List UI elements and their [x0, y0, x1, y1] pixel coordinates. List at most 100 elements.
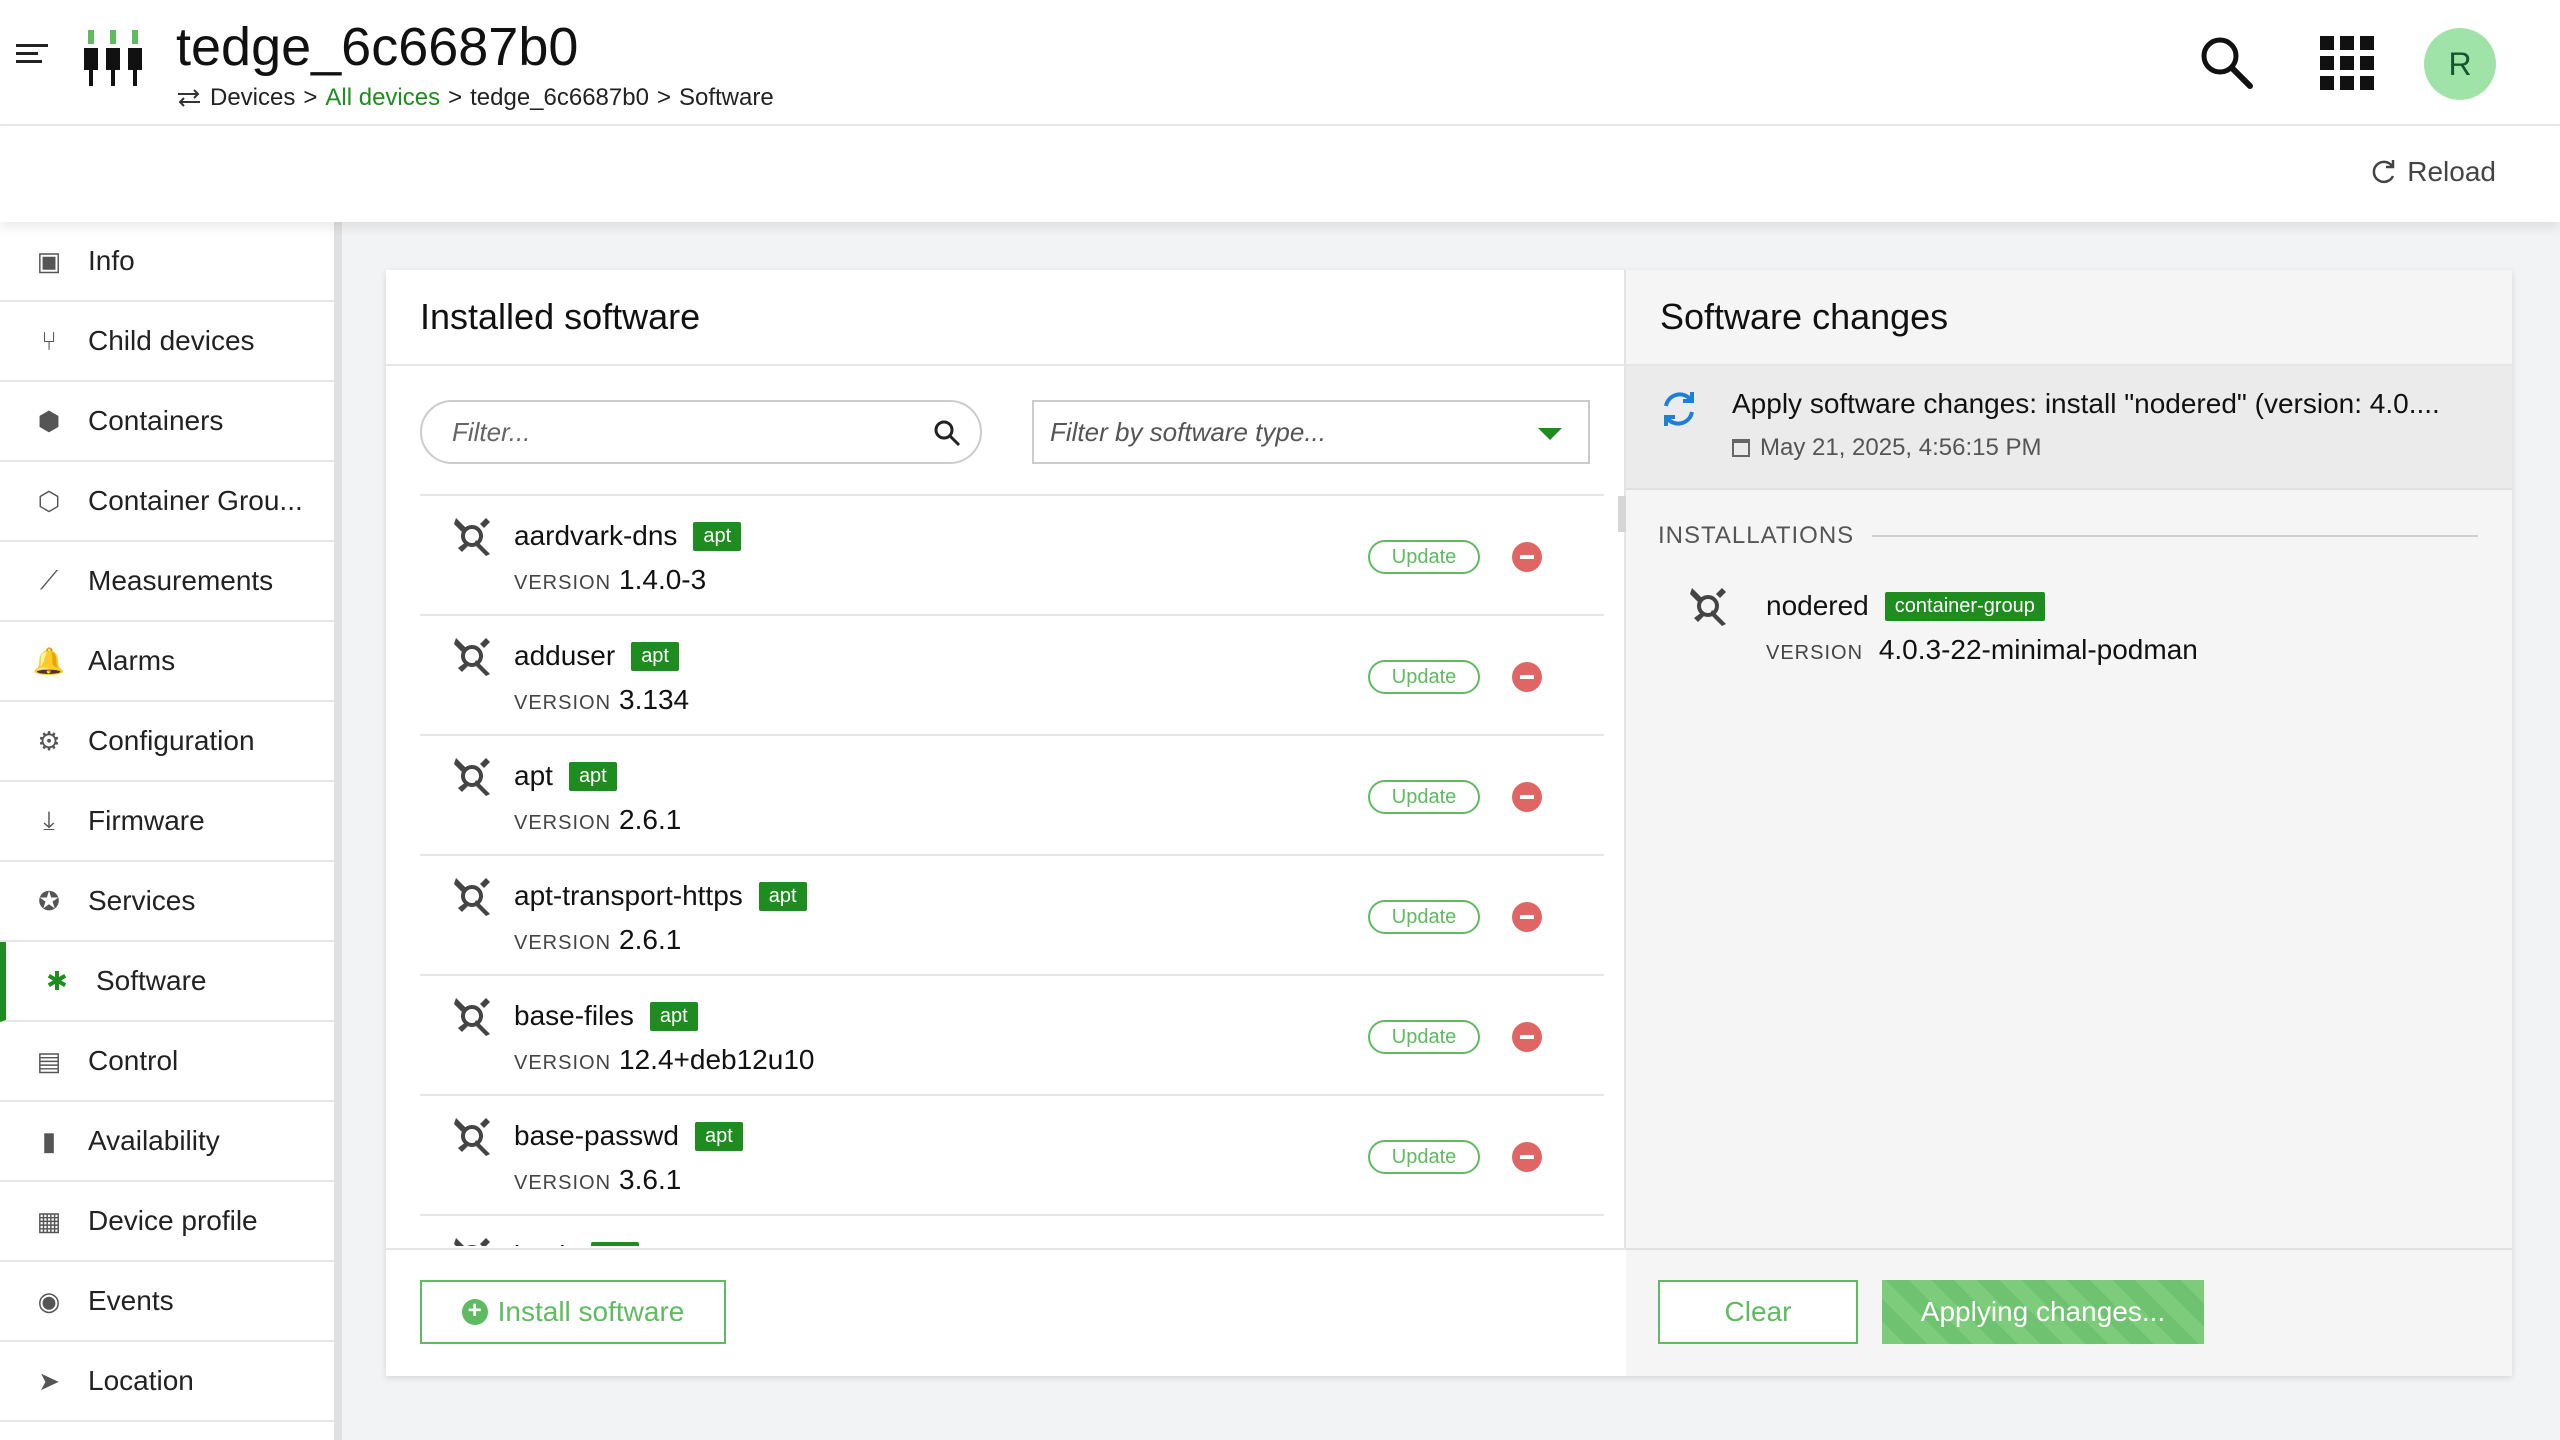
installation-name-row: nodered container-group: [1766, 590, 2045, 622]
software-type-badge: apt: [649, 1001, 698, 1031]
sidebar-item-software[interactable]: ✱ Software: [0, 942, 334, 1022]
software-version-value: 12.4+deb12u10: [619, 1044, 815, 1075]
breadcrumb-devices[interactable]: Devices: [210, 84, 295, 112]
sidebar-item-containers[interactable]: ⬢ Containers: [0, 382, 334, 462]
software-package-icon: [452, 996, 492, 1038]
sidebar-item-container-grou[interactable]: ⬡ Container Grou...: [0, 462, 334, 542]
update-button[interactable]: Update: [1368, 660, 1480, 694]
breadcrumb-all-devices[interactable]: All devices: [325, 84, 440, 112]
software-changes-panel: Software changes Apply software changes:…: [1626, 270, 2512, 1376]
breadcrumb-separator: >: [656, 84, 671, 111]
operation-status[interactable]: Apply software changes: install "nodered…: [1626, 366, 2512, 490]
sidebar-item-label: Child devices: [88, 325, 255, 356]
sidebar-item-child-devices[interactable]: ⑂ Child devices: [0, 302, 334, 382]
software-row: bashaptVERSIONUpdate: [420, 1216, 1604, 1246]
events-icon: ◉: [37, 1285, 61, 1316]
software-name-row: apt-transport-https apt: [514, 880, 807, 912]
sidebar-item-device-profile[interactable]: ▦ Device profile: [0, 1182, 334, 1262]
availability-icon: ▮: [41, 1125, 57, 1156]
operation-date: May 21, 2025, 4:56:15 PM: [1732, 434, 2042, 462]
clear-button[interactable]: Clear: [1658, 1280, 1858, 1344]
avatar[interactable]: R: [2424, 28, 2496, 100]
software-name-row: adduser apt: [514, 640, 679, 672]
breadcrumb-separator: >: [303, 84, 318, 111]
software-icon: ✱: [46, 965, 68, 996]
filter-input[interactable]: Filter...: [420, 400, 982, 464]
version-label: VERSION: [514, 692, 612, 714]
remove-icon[interactable]: [1512, 662, 1542, 692]
update-button[interactable]: Update: [1368, 900, 1480, 934]
chevron-down-icon: [1538, 428, 1562, 440]
divider: [1872, 535, 2478, 537]
add-icon: +: [461, 1299, 488, 1325]
update-button[interactable]: Update: [1368, 1140, 1480, 1174]
install-software-button[interactable]: + Install software: [420, 1280, 726, 1344]
installation-version-value: 4.0.3-22-minimal-podman: [1878, 634, 2198, 665]
app-switcher-icon[interactable]: [2320, 36, 2374, 90]
software-name: aardvark-dns: [514, 520, 678, 551]
sidebar-item-events[interactable]: ◉ Events: [0, 1262, 334, 1342]
software-package-icon: [1688, 586, 1728, 628]
apply-changes-button[interactable]: Applying changes...: [1882, 1280, 2204, 1344]
remove-icon[interactable]: [1512, 1022, 1542, 1052]
breadcrumb-device[interactable]: tedge_6c6687b0: [470, 84, 649, 112]
sidebar-item-measurements[interactable]: ⟋ Measurements: [0, 542, 334, 622]
breadcrumb-current: Software: [678, 84, 774, 111]
sidebar-item-label: Services: [88, 885, 196, 916]
remove-icon[interactable]: [1512, 1142, 1542, 1172]
software-version: VERSION 2.6.1: [514, 924, 681, 956]
software-name: apt: [514, 760, 553, 791]
sidebar-item-control[interactable]: ▤ Control: [0, 1022, 334, 1102]
remove-icon[interactable]: [1512, 902, 1542, 932]
software-type-select[interactable]: Filter by software type...: [1032, 400, 1590, 464]
update-button[interactable]: Update: [1368, 540, 1480, 574]
sidebar-item-label: Alarms: [88, 645, 176, 676]
action-bar: Reload: [0, 126, 2560, 222]
filter-placeholder: Filter...: [452, 416, 531, 447]
software-name: bash: [514, 1240, 575, 1246]
sidebar-item-availability[interactable]: ▮ Availability: [0, 1102, 334, 1182]
sidebar-item-label: Containers: [88, 405, 224, 436]
search-icon[interactable]: [2196, 32, 2256, 92]
installed-software-title: Installed software: [386, 270, 1624, 366]
sidebar-item-firmware[interactable]: ⤓ Firmware: [0, 782, 334, 862]
software-package-icon: [452, 876, 492, 918]
sidebar-item-configuration[interactable]: ⚙ Configuration: [0, 702, 334, 782]
device-profile-icon: ▦: [36, 1205, 62, 1236]
update-button[interactable]: Update: [1368, 780, 1480, 814]
update-button[interactable]: Update: [1368, 1020, 1480, 1054]
sidebar-item-alarms[interactable]: 🔔 Alarms: [0, 622, 334, 702]
info-icon: ▣: [36, 245, 62, 276]
sidebar-item-label: Info: [88, 245, 135, 276]
software-name: adduser: [514, 640, 616, 671]
software-version-value: 2.6.1: [619, 804, 682, 835]
sidebar-item-services[interactable]: ✪ Services: [0, 862, 334, 942]
scrollbar[interactable]: [1618, 496, 1626, 532]
software-list[interactable]: aardvark-dns apt VERSION 1.4.0-3 Update addus…: [420, 494, 1604, 1246]
search-icon[interactable]: [932, 418, 962, 448]
reload-button[interactable]: Reload: [2369, 156, 2496, 188]
version-label: VERSION: [514, 1052, 612, 1074]
chart-icon: ⟋: [39, 565, 59, 595]
software-type-badge: apt: [694, 1121, 743, 1151]
software-row: base-files apt VERSION 12.4+deb12u10 Update: [420, 976, 1604, 1096]
sidebar-item-info[interactable]: ▣ Info: [0, 222, 334, 302]
software-version-value: 3.6.1: [619, 1164, 682, 1195]
software-type-placeholder: Filter by software type...: [1050, 416, 1326, 447]
remove-icon[interactable]: [1512, 782, 1542, 812]
remove-icon[interactable]: [1512, 542, 1542, 572]
software-row: apt-transport-https apt VERSION 2.6.1 Update: [420, 856, 1604, 976]
sidebar-item-location[interactable]: ➤ Location: [0, 1342, 334, 1422]
changes-footer: Clear Applying changes...: [1626, 1248, 2512, 1376]
installation-version: VERSION 4.0.3-22-minimal-podman: [1766, 634, 2198, 666]
software-name: base-files: [514, 1000, 634, 1031]
reload-label: Reload: [2407, 156, 2496, 187]
sidebar-item-label: Measurements: [88, 565, 274, 596]
software-package-icon: [452, 756, 492, 798]
sidebar: ▣ Info ⑂ Child devices ⬢ Containers ⬡ Container…: [0, 222, 342, 1440]
breadcrumb: Devices > All devices > tedge_6c6687b0 >…: [176, 84, 774, 112]
operation-description: Apply software changes: install "nodered…: [1732, 388, 2440, 419]
software-version-value: 2.6.1: [619, 924, 682, 955]
software-package-icon: [452, 1116, 492, 1158]
menu-toggle-icon[interactable]: [16, 44, 48, 74]
